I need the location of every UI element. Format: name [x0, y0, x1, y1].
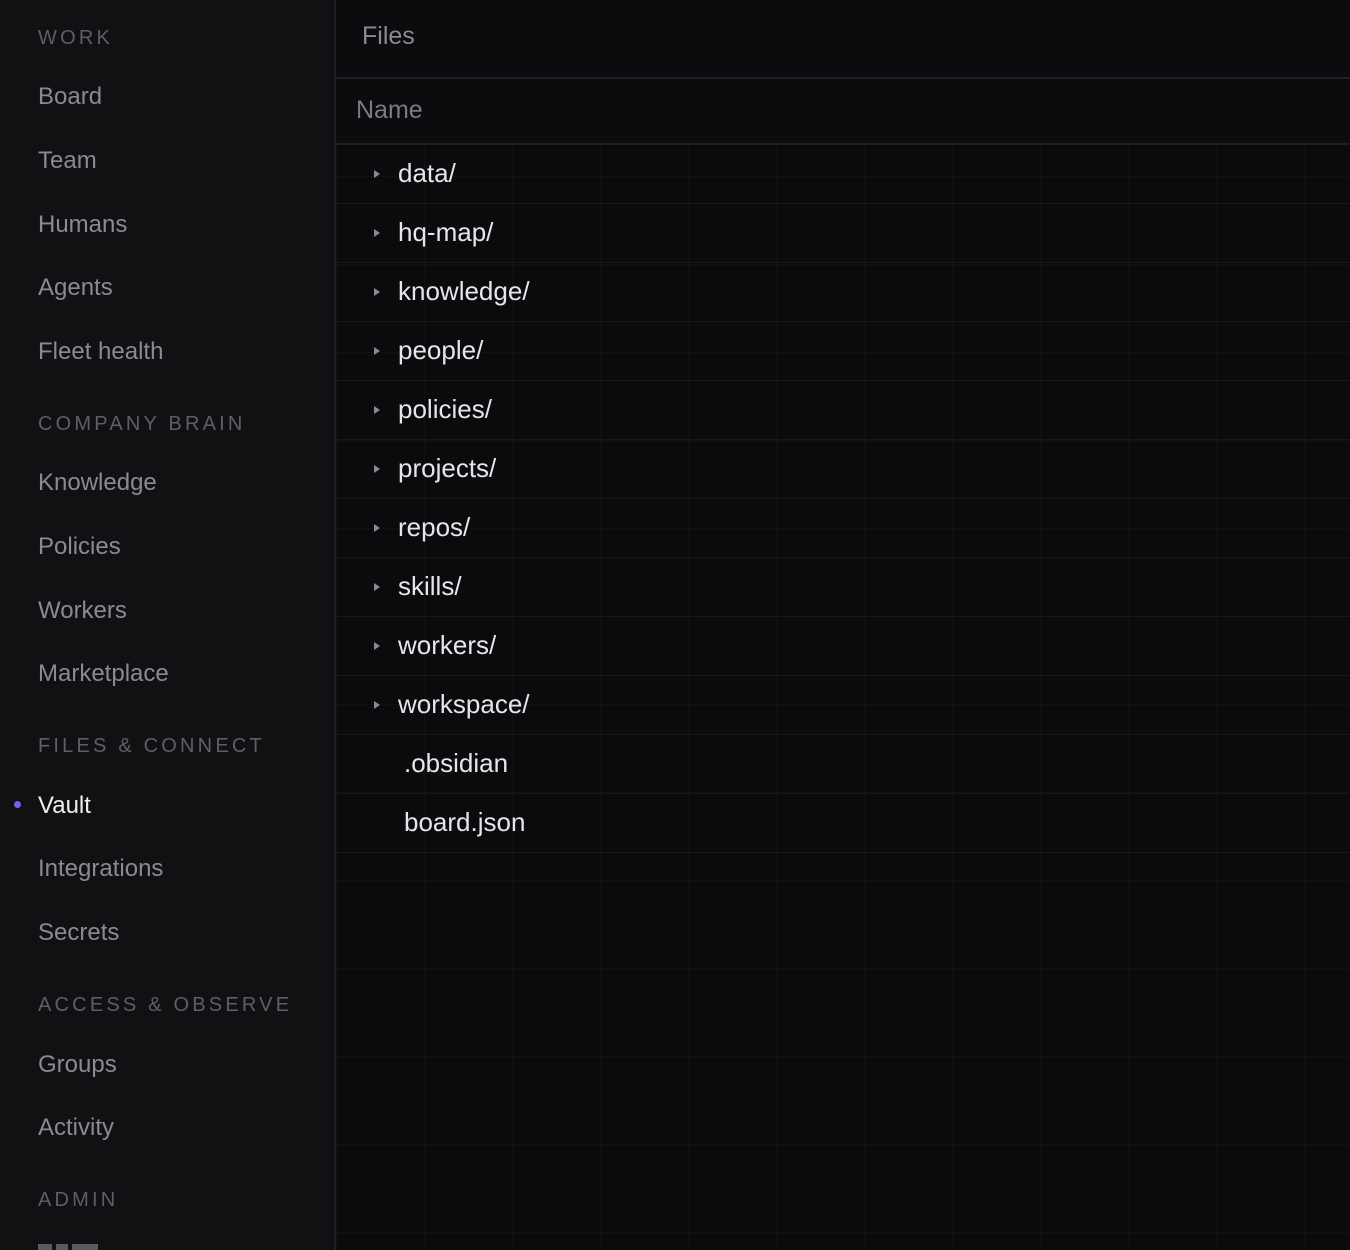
caret-right-icon[interactable]: [374, 642, 380, 650]
folder-row[interactable]: people/: [336, 322, 1350, 381]
folder-row[interactable]: repos/: [336, 499, 1350, 558]
folder-row[interactable]: policies/: [336, 381, 1350, 440]
folder-row[interactable]: hq-map/: [336, 204, 1350, 263]
page-title: Files: [362, 22, 415, 50]
sidebar-item-policies[interactable]: Policies: [38, 533, 121, 561]
section-label-company-brain: COMPANY BRAIN: [38, 413, 246, 435]
files-panel: Files Name data/hq-map/knowledge/people/…: [336, 0, 1350, 1250]
sidebar-item-humans[interactable]: Humans: [38, 211, 127, 239]
caret-right-icon[interactable]: [374, 524, 380, 532]
sidebar-item-marketplace[interactable]: Marketplace: [38, 660, 169, 688]
files-header: Files: [336, 0, 1350, 79]
active-indicator-dot: [14, 801, 21, 808]
folder-name: repos/: [398, 512, 471, 542]
section-label-access-observe: ACCESS & OBSERVE: [38, 994, 293, 1016]
sidebar-item-fleet-health[interactable]: Fleet health: [38, 338, 163, 366]
file-row[interactable]: board.json: [336, 794, 1350, 853]
section-label-files-connect: FILES & CONNECT: [38, 735, 265, 757]
sidebar: WORK Board Team Humans Agents Fleet heal…: [0, 0, 336, 1250]
folder-name: projects/: [398, 453, 497, 483]
folder-row[interactable]: skills/: [336, 558, 1350, 617]
section-label-work: WORK: [38, 27, 114, 49]
folder-row[interactable]: data/: [336, 145, 1350, 204]
sidebar-item-activity[interactable]: Activity: [38, 1114, 114, 1142]
sidebar-item-team[interactable]: Team: [38, 147, 97, 175]
file-row[interactable]: .obsidian: [336, 735, 1350, 794]
caret-right-icon[interactable]: [374, 229, 380, 237]
folder-name: knowledge/: [398, 276, 530, 306]
section-label-admin: ADMIN: [38, 1189, 119, 1211]
file-name: board.json: [404, 807, 526, 837]
sidebar-item-integrations[interactable]: Integrations: [38, 855, 163, 883]
file-name: .obsidian: [404, 748, 509, 778]
column-header-row: Name: [336, 79, 1350, 145]
folder-row[interactable]: knowledge/: [336, 263, 1350, 322]
caret-right-icon[interactable]: [374, 406, 380, 414]
sidebar-item-workers[interactable]: Workers: [38, 597, 127, 625]
sidebar-item-groups[interactable]: Groups: [38, 1051, 117, 1079]
caret-right-icon[interactable]: [374, 465, 380, 473]
app-window: WORK Board Team Humans Agents Fleet heal…: [0, 0, 1350, 1250]
folder-name: workspace/: [398, 689, 530, 719]
folder-row[interactable]: workspace/: [336, 676, 1350, 735]
sidebar-item-vault[interactable]: Vault: [38, 792, 91, 820]
file-list: data/hq-map/knowledge/people/policies/pr…: [336, 145, 1350, 853]
column-header-name[interactable]: Name: [356, 96, 423, 125]
caret-right-icon[interactable]: [374, 347, 380, 355]
folder-row[interactable]: workers/: [336, 617, 1350, 676]
folder-name: policies/: [398, 394, 492, 424]
caret-right-icon[interactable]: [374, 583, 380, 591]
folder-name: data/: [398, 158, 456, 188]
folder-name: skills/: [398, 571, 462, 601]
folder-name: workers/: [398, 630, 497, 660]
caret-right-icon[interactable]: [374, 701, 380, 709]
sidebar-item-knowledge[interactable]: Knowledge: [38, 469, 157, 497]
sidebar-item-agents[interactable]: Agents: [38, 274, 113, 302]
folder-name: people/: [398, 335, 484, 365]
sidebar-item-partially-visible[interactable]: [38, 1244, 98, 1250]
caret-right-icon[interactable]: [374, 170, 380, 178]
sidebar-item-secrets[interactable]: Secrets: [38, 919, 119, 947]
folder-name: hq-map/: [398, 217, 494, 247]
folder-row[interactable]: projects/: [336, 440, 1350, 499]
sidebar-item-board[interactable]: Board: [38, 83, 102, 111]
caret-right-icon[interactable]: [374, 288, 380, 296]
